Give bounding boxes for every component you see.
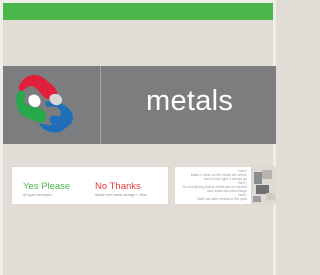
faq-line: Staff can take metals to the yard	[196, 197, 247, 201]
no-description: Waste from metal storage + other	[95, 193, 147, 197]
green-header-bar	[3, 3, 273, 20]
yes-please-title: Yes Please	[23, 181, 71, 192]
metal-photo	[252, 167, 276, 204]
choice-card: Yes Please No Thanks All types accepted …	[12, 167, 168, 204]
faq-card: How? Make it clear on the metal bin wher…	[175, 167, 251, 204]
yes-description: All types accepted	[23, 193, 52, 197]
brand-title: metals	[146, 85, 234, 117]
recycling-logo-icon	[9, 70, 99, 140]
slide-frame: metals Yes Please No Thanks All types ac…	[0, 0, 276, 275]
banner-divider	[100, 66, 101, 144]
no-thanks-title: No Thanks	[95, 181, 141, 192]
